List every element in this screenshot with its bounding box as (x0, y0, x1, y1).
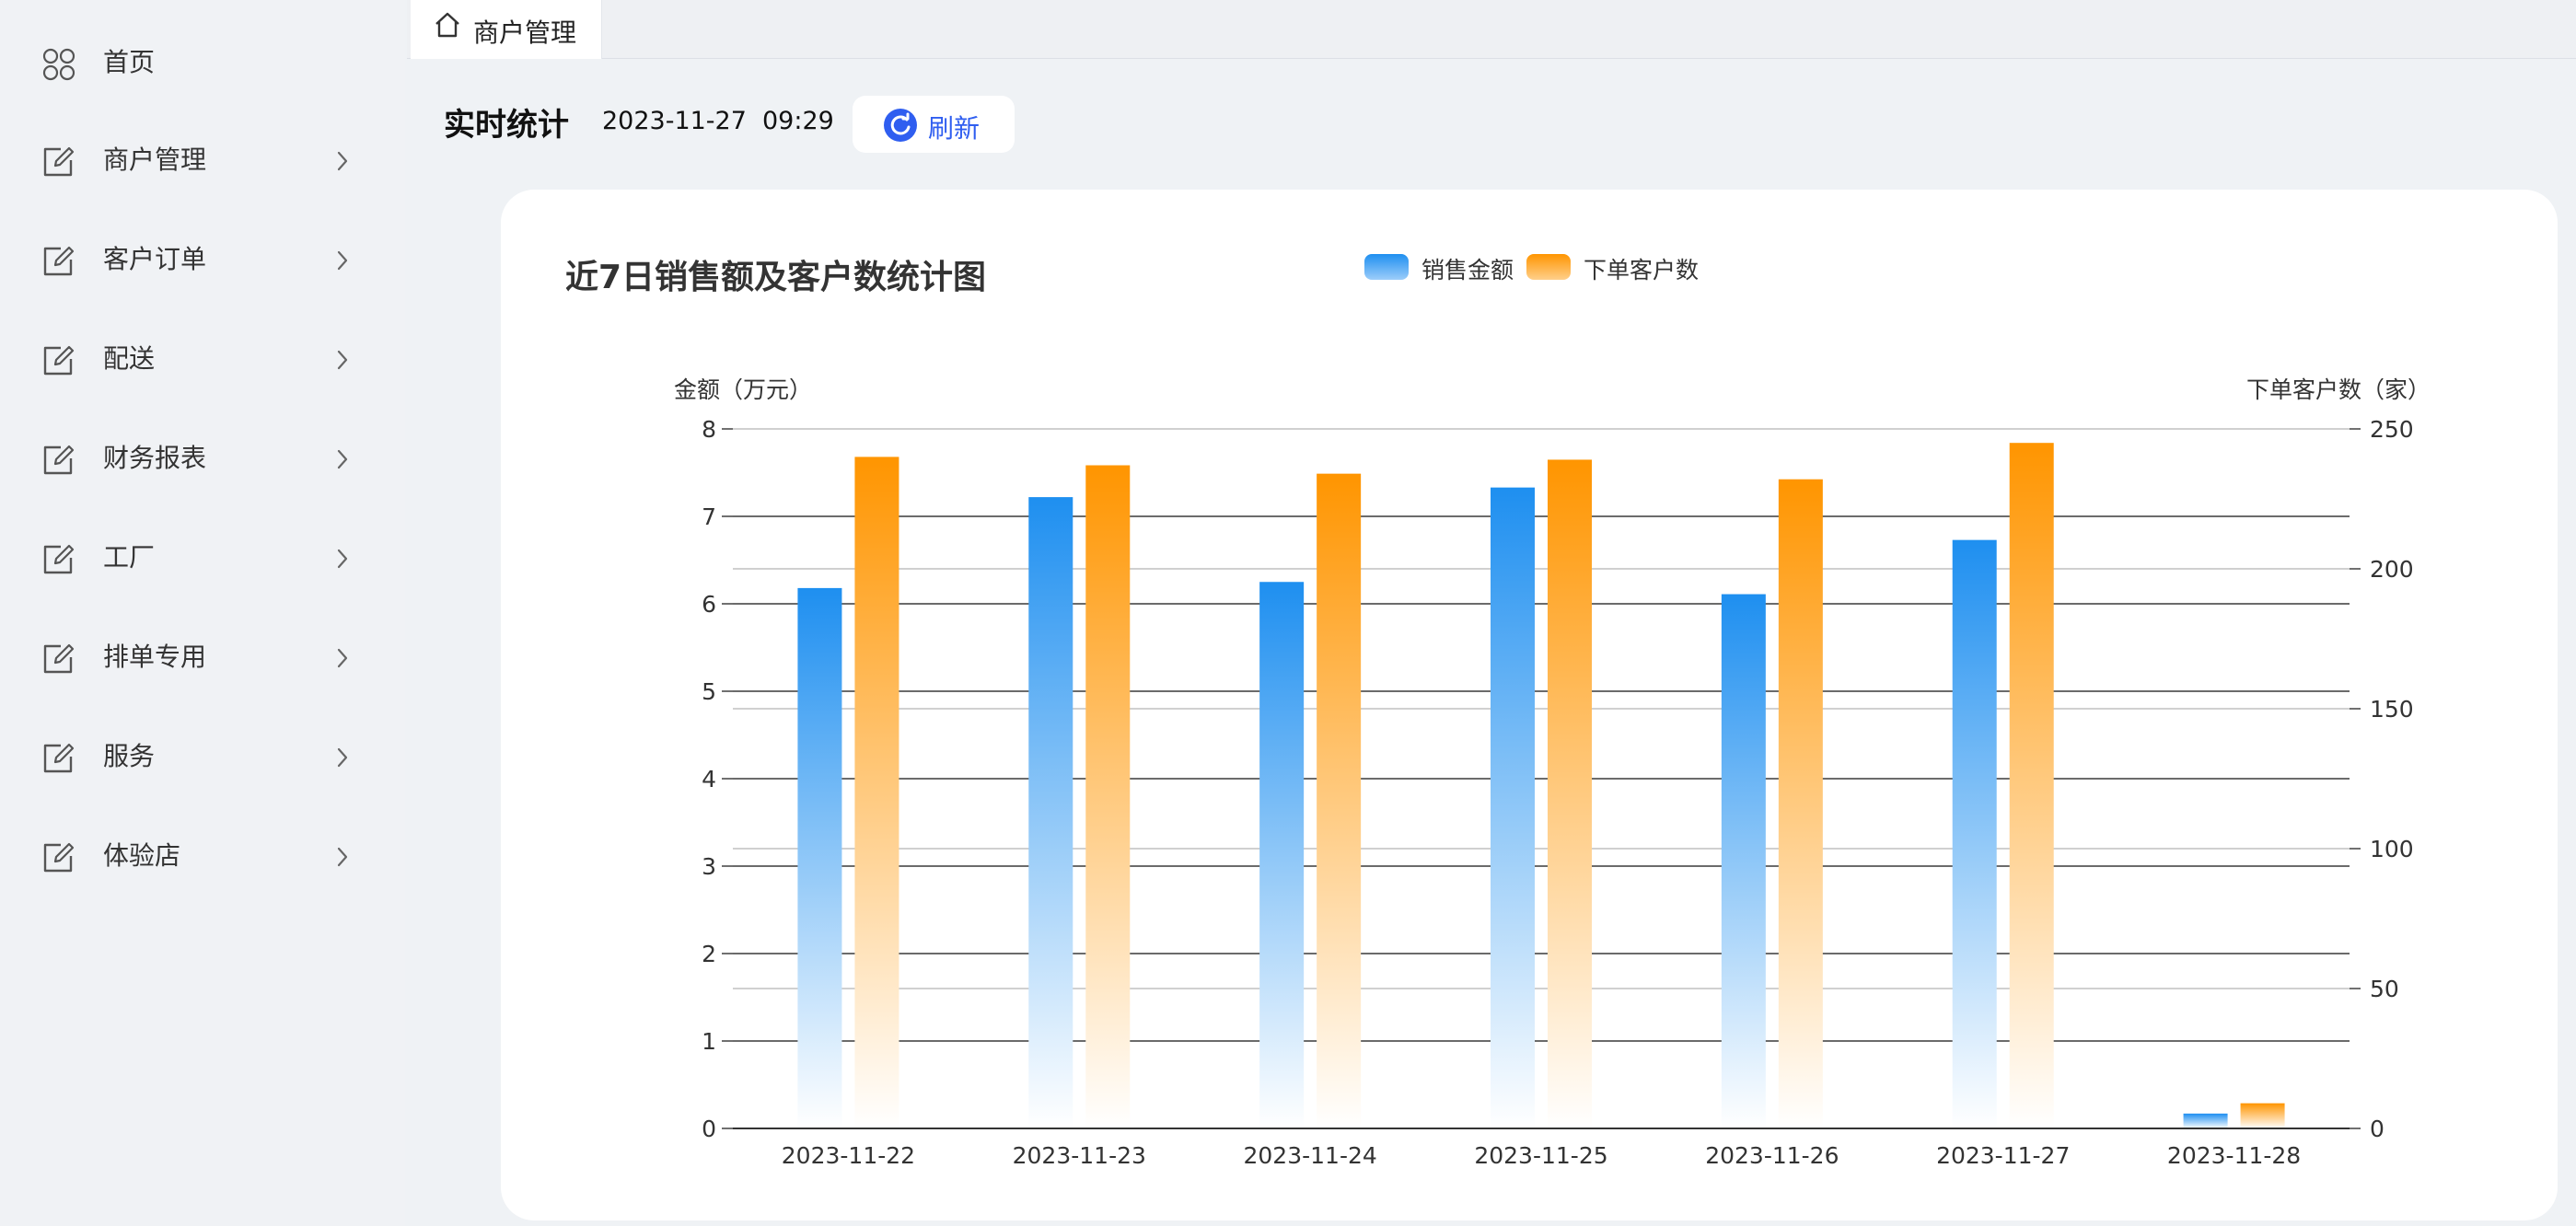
y-tick-label-left: 2 (702, 941, 716, 967)
bar-sales-amount[interactable] (2183, 1113, 2228, 1128)
y-tick-label-left: 6 (702, 591, 716, 618)
bar-customer-count[interactable] (2240, 1103, 2285, 1128)
y-tick-label-left: 1 (702, 1028, 716, 1055)
y-tick-label-left: 7 (702, 503, 716, 530)
y-axis-right-title: 下单客户数（家） (2246, 376, 2431, 403)
y-tick-label-left: 3 (702, 853, 716, 880)
x-tick-label: 2023-11-25 (1474, 1142, 1607, 1169)
bar-customer-count[interactable] (854, 457, 899, 1128)
bar-customer-count[interactable] (1548, 459, 1592, 1128)
bar-sales-amount[interactable] (797, 587, 842, 1128)
y-tick-label-right: 200 (2370, 556, 2414, 583)
bar-chart: 0 1 2 3 4 5 6 7 8 0 50 100 150 200 250 2023-11-22 2023-1… (674, 376, 2431, 1169)
bar-sales-amount[interactable] (1259, 582, 1305, 1128)
y-tick-label-left: 5 (702, 678, 716, 705)
y-tick-label-right: 0 (2370, 1116, 2385, 1142)
y-axis-left-title: 金额（万元） (674, 376, 812, 403)
x-tick-label: 2023-11-27 (1936, 1142, 2070, 1169)
bar-sales-amount[interactable] (1491, 487, 1535, 1128)
x-tick-label: 2023-11-26 (1705, 1142, 1839, 1169)
bar-customer-count[interactable] (2009, 443, 2054, 1128)
bar-sales-amount[interactable] (1952, 539, 1997, 1128)
y-tick-label-right: 150 (2370, 696, 2414, 723)
bar-sales-amount[interactable] (1721, 594, 1766, 1128)
y-tick-label-right: 100 (2370, 836, 2414, 862)
y-tick-label-right: 50 (2370, 976, 2399, 1002)
x-tick-label: 2023-11-23 (1013, 1142, 1146, 1169)
y-tick-label-left: 0 (702, 1116, 716, 1142)
x-tick-label: 2023-11-24 (1243, 1142, 1376, 1169)
bar-customer-count[interactable] (1085, 465, 1131, 1128)
y-tick-label-left: 4 (702, 766, 716, 792)
x-tick-label: 2023-11-22 (782, 1142, 915, 1169)
y-tick-label-right: 250 (2370, 416, 2414, 443)
bar-sales-amount[interactable] (1028, 497, 1073, 1128)
x-tick-label: 2023-11-28 (2167, 1142, 2301, 1169)
y-tick-label-left: 8 (702, 416, 716, 443)
bar-customer-count[interactable] (1317, 473, 1362, 1128)
bar-customer-count[interactable] (1778, 479, 1823, 1128)
